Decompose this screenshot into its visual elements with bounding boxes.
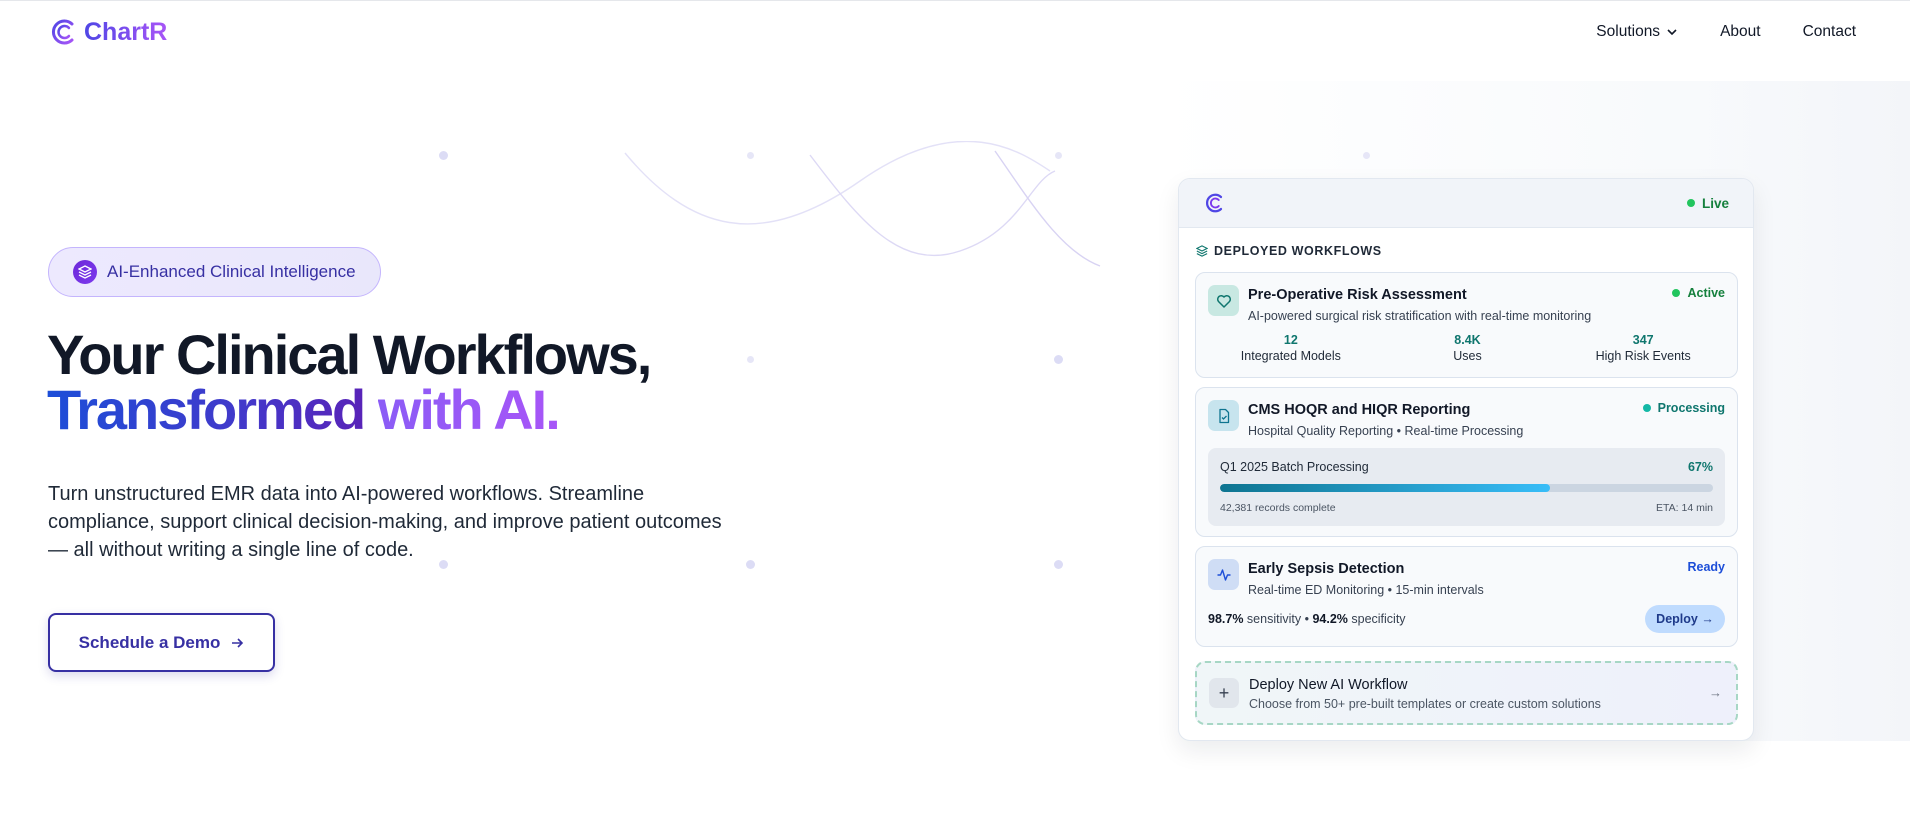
status-badge: Ready	[1687, 560, 1725, 574]
heart-icon	[1208, 285, 1239, 316]
card-title: CMS HOQR and HIQR Reporting	[1248, 402, 1471, 418]
workflow-card-cms[interactable]: CMS HOQR and HIQR Reporting Hospital Qua…	[1195, 387, 1738, 537]
new-workflow-subtitle: Choose from 50+ pre-built templates or c…	[1249, 697, 1601, 711]
batch-label: Q1 2025 Batch Processing	[1220, 460, 1369, 474]
workflows-panel: Live DEPLOYED WORKFLOWS Pre-Operative Ri…	[1178, 178, 1754, 741]
hero-title-line2b: with AI.	[377, 378, 561, 441]
stat-label: Integrated Models	[1240, 349, 1341, 363]
panel-header: Live	[1179, 179, 1753, 228]
records-complete: 42,381 records complete	[1220, 502, 1336, 514]
section-title-label: DEPLOYED WORKFLOWS	[1214, 244, 1382, 258]
stat-value: 8.4K	[1454, 333, 1481, 347]
hero-subtitle: Turn unstructured EMR data into AI-power…	[48, 483, 722, 561]
schedule-demo-button[interactable]: Schedule a Demo	[48, 613, 275, 672]
plus-icon: +	[1209, 678, 1239, 708]
stat-integrated-models: 12 Integrated Models	[1196, 333, 1386, 363]
layers-icon	[73, 260, 97, 284]
decor-dot	[1054, 355, 1063, 364]
stat-label: Uses	[1453, 349, 1482, 363]
deploy-new-workflow-card[interactable]: + Deploy New AI Workflow Choose from 50+…	[1195, 661, 1738, 725]
decor-dot	[746, 560, 755, 569]
arrow-right-icon: →	[1709, 685, 1722, 700]
batch-progress-box: Q1 2025 Batch Processing 67% 42,381 reco…	[1208, 448, 1725, 526]
chevron-down-icon	[1667, 29, 1677, 36]
top-navigation: ChartR Solutions About Contact	[0, 1, 1910, 67]
hero-title-line2a: Transformed	[47, 378, 378, 441]
decor-dot	[1054, 560, 1063, 569]
stat-value: 347	[1632, 333, 1654, 347]
stat-uses: 8.4K Uses	[1386, 333, 1550, 363]
decor-dot	[747, 356, 754, 363]
live-indicator: Live	[1686, 195, 1729, 211]
nav-contact[interactable]: Contact	[1803, 23, 1856, 41]
batch-percent: 67%	[1687, 460, 1713, 474]
specificity-label: specificity	[1347, 612, 1406, 626]
brand-logo[interactable]: ChartR	[48, 16, 167, 48]
stat-label: High Risk Events	[1595, 349, 1691, 363]
schedule-demo-label: Schedule a Demo	[78, 632, 221, 652]
live-label: Live	[1701, 195, 1729, 211]
section-title: DEPLOYED WORKFLOWS	[1196, 244, 1753, 258]
decor-dot	[1055, 152, 1062, 159]
file-check-icon	[1208, 400, 1239, 431]
hero-title-line1: Your Clinical Workflows,	[47, 323, 652, 386]
eta-label: ETA: 14 min	[1656, 502, 1713, 514]
layers-icon	[1196, 245, 1208, 257]
specificity-value: 94.2%	[1312, 612, 1348, 626]
nav-about[interactable]: About	[1720, 23, 1761, 41]
nav-solutions-label: Solutions	[1596, 23, 1661, 40]
brand-name: ChartR	[84, 17, 168, 46]
workflow-card-risk[interactable]: Pre-Operative Risk Assessment AI-powered…	[1195, 272, 1738, 378]
card-subtitle: Real-time ED Monitoring • 15-min interva…	[1248, 583, 1484, 597]
hero-title: Your Clinical Workflows, Transformed wit…	[47, 323, 652, 438]
status-badge: Processing	[1642, 401, 1725, 415]
hero-badge-label: AI-Enhanced Clinical Intelligence	[107, 262, 356, 281]
status-dot	[1642, 404, 1651, 412]
sepsis-metrics: 98.7% sensitivity • 94.2% specificity	[1208, 612, 1406, 626]
sensitivity-value: 98.7%	[1208, 612, 1244, 626]
decor-dot	[439, 151, 448, 160]
stat-value: 12	[1283, 333, 1298, 347]
decor-dot	[1363, 152, 1370, 159]
card-subtitle: Hospital Quality Reporting • Real-time P…	[1248, 424, 1524, 438]
deploy-button[interactable]: Deploy →	[1645, 605, 1725, 633]
chartr-logo-icon	[1206, 193, 1223, 213]
live-dot	[1686, 199, 1695, 207]
card-title: Pre-Operative Risk Assessment	[1248, 287, 1467, 303]
status-badge: Active	[1672, 286, 1725, 300]
new-workflow-title: Deploy New AI Workflow	[1249, 677, 1408, 693]
workflow-card-sepsis[interactable]: Early Sepsis Detection Real-time ED Moni…	[1195, 546, 1738, 647]
status-label: Ready	[1687, 560, 1725, 574]
arrow-right-icon	[232, 637, 244, 648]
progress-bar	[1220, 484, 1713, 492]
activity-icon	[1208, 559, 1239, 590]
nav-solutions[interactable]: Solutions	[1596, 23, 1678, 41]
status-dot	[1672, 289, 1681, 297]
decorative-curves	[624, 141, 1101, 267]
status-label: Processing	[1657, 401, 1725, 415]
decor-dot	[747, 152, 754, 159]
progress-bar-fill	[1220, 484, 1551, 492]
status-label: Active	[1687, 286, 1725, 300]
card-subtitle: AI-powered surgical risk stratification …	[1248, 309, 1592, 323]
hero-badge: AI-Enhanced Clinical Intelligence	[48, 247, 381, 297]
stat-high-risk: 347 High Risk Events	[1549, 333, 1737, 363]
card-title: Early Sepsis Detection	[1248, 561, 1405, 577]
chartr-logo-icon	[52, 19, 74, 45]
sensitivity-label: sensitivity •	[1243, 612, 1313, 626]
